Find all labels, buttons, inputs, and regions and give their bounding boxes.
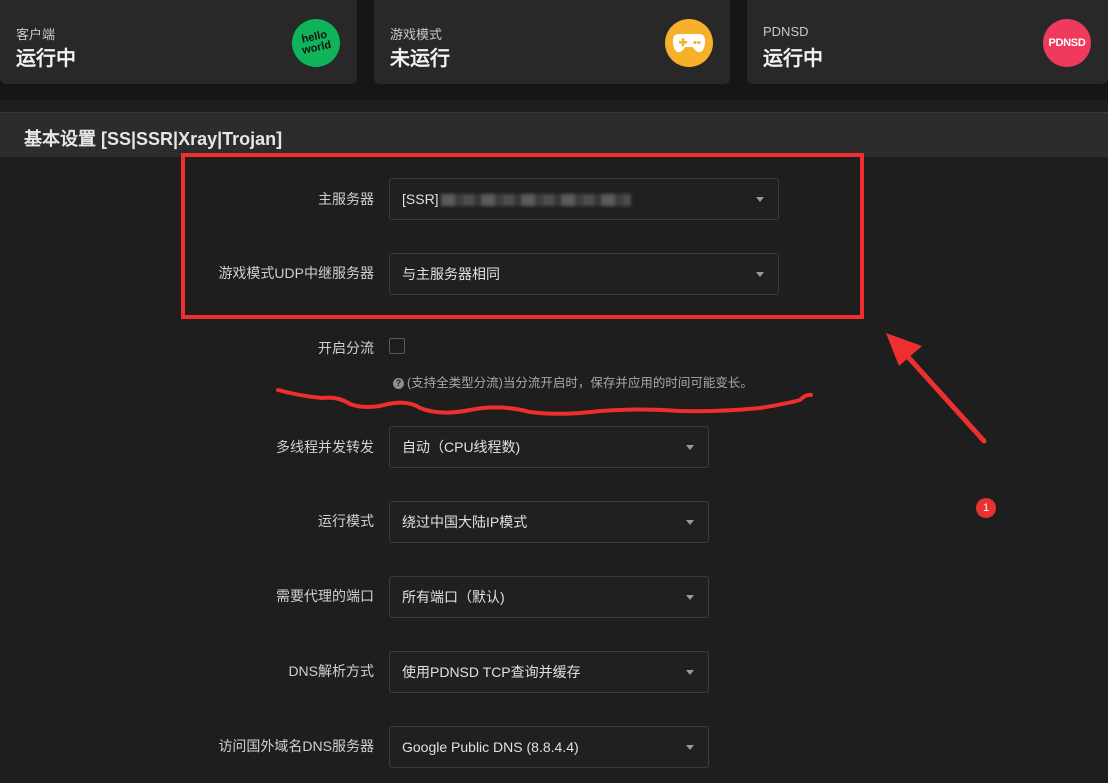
annotation-arrow-head: [886, 333, 922, 366]
annotation-underline-scribble: [276, 388, 813, 416]
annotation-arrow-shaft: [897, 345, 987, 444]
annotation-overlay: [276, 333, 987, 444]
notification-badge[interactable]: 1: [976, 498, 996, 518]
